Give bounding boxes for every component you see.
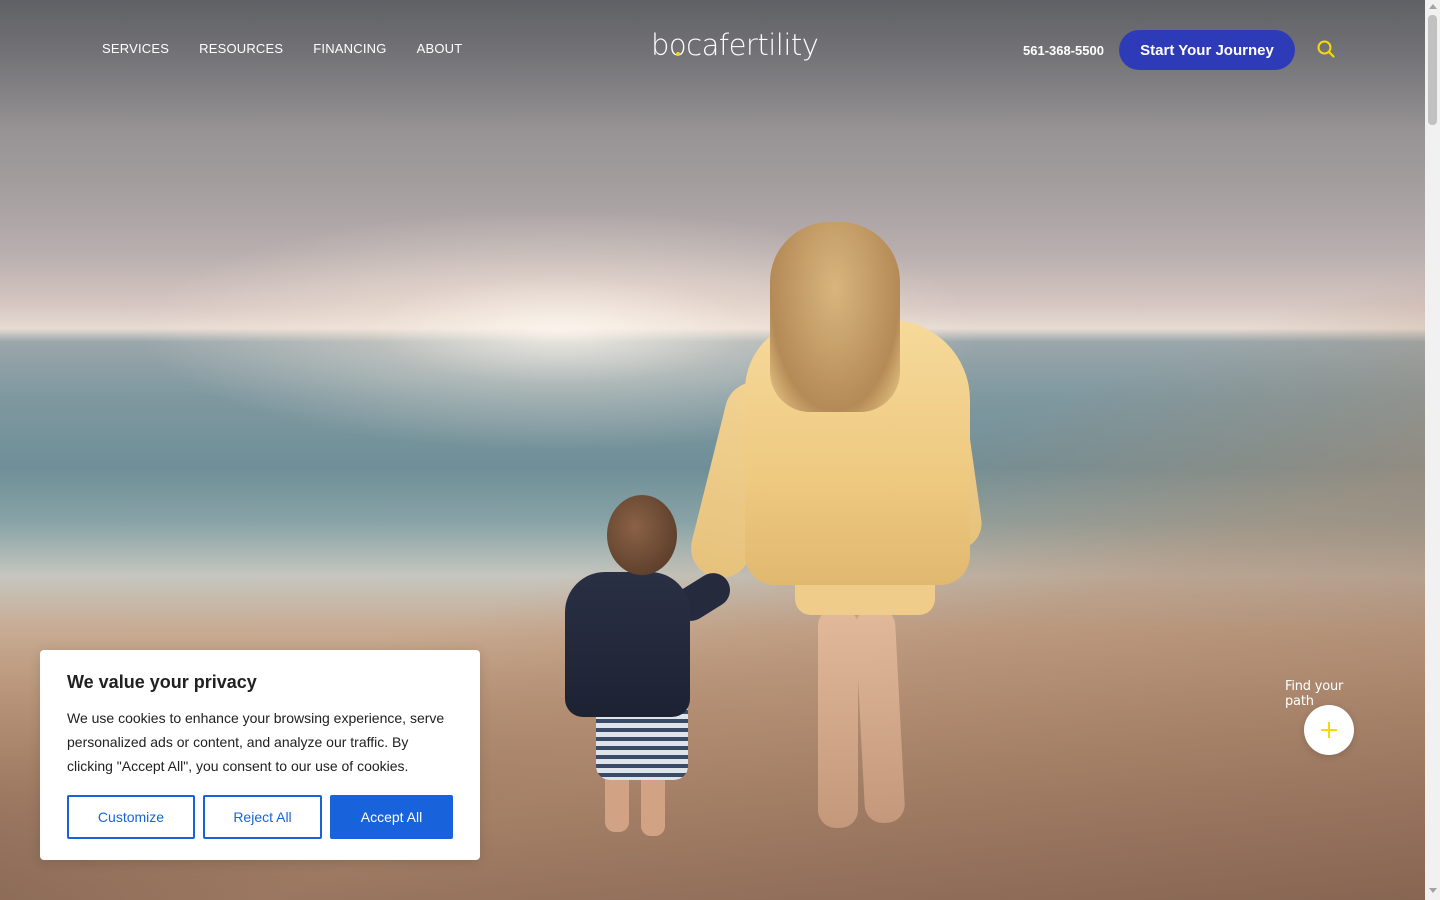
page-scrollbar[interactable] [1425,0,1440,900]
phone-link[interactable]: 561-368-5500 [1023,43,1104,58]
page: SERVICES RESOURCES FINANCING ABOUT bocaf… [0,0,1440,900]
woman-leg-left [818,608,858,828]
cookie-banner-title: We value your privacy [67,672,257,692]
site-logo[interactable]: bocafertility [651,28,819,62]
cookie-banner-description: We use cookies to enhance your browsing … [67,710,445,774]
child-head [607,495,677,575]
cookie-consent-banner: We value your privacy We use cookies to … [40,650,480,860]
plus-icon [1321,722,1337,738]
main-nav: SERVICES RESOURCES FINANCING ABOUT [102,41,462,56]
child-sweater [565,572,690,717]
scroll-down-arrow-icon[interactable] [1429,888,1437,893]
customize-button[interactable]: Customize [67,795,195,839]
nav-item-services[interactable]: SERVICES [102,41,169,56]
accept-all-button[interactable]: Accept All [330,795,453,839]
nav-item-resources[interactable]: RESOURCES [199,41,283,56]
search-icon[interactable] [1316,39,1336,59]
woman-hair [770,222,900,412]
find-your-path-button[interactable] [1304,705,1354,755]
logo-accent-dot [676,52,680,56]
nav-item-about[interactable]: ABOUT [417,41,463,56]
scroll-up-arrow-icon[interactable] [1429,4,1437,9]
nav-item-financing[interactable]: FINANCING [313,41,386,56]
scrollbar-thumb[interactable] [1428,15,1437,125]
reject-all-button[interactable]: Reject All [203,795,322,839]
start-your-journey-button[interactable]: Start Your Journey [1119,30,1295,70]
